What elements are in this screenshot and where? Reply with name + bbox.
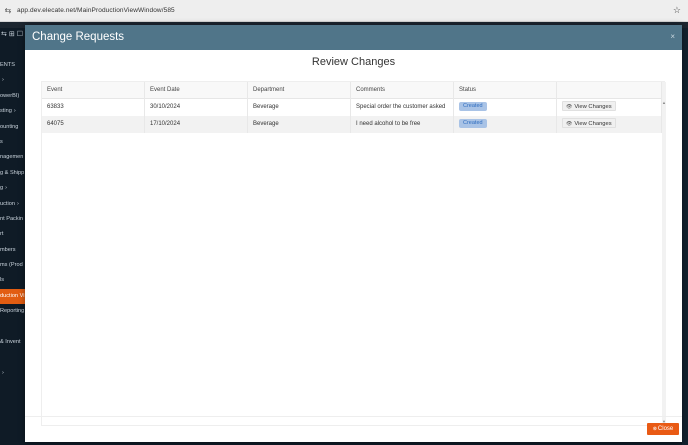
sidebar-item-label: sting — [0, 108, 12, 115]
sidebar-item-label: g & Shipp — [0, 169, 25, 176]
column-header-event-date[interactable]: Event Date — [145, 82, 248, 99]
cell-status: Created — [454, 116, 557, 133]
column-header-event[interactable]: Event — [42, 82, 145, 99]
chevron-right-icon: › — [5, 185, 7, 192]
column-header-comments[interactable]: Comments — [351, 82, 454, 99]
modal-header: Change Requests × — [25, 25, 682, 50]
cell-actions: 👁 View Changes — [557, 116, 662, 133]
sidebar-item-label: Reporting — [0, 308, 25, 315]
sidebar-item[interactable]: g & Shipp — [0, 166, 26, 181]
grid-header: Event Event Date Department Comments Sta… — [42, 82, 662, 99]
change-requests-grid: Event Event Date Department Comments Sta… — [41, 81, 666, 427]
cell-actions: 👁 View Changes — [557, 99, 662, 116]
chevron-right-icon: › — [2, 77, 4, 84]
site-info-icon[interactable]: ⇆ — [3, 6, 13, 16]
view-changes-label: View Changes — [574, 104, 612, 111]
sidebar: ⇆ ⊞ ☐ ENTS › owerBI) sting › ounting s nagemen g… — [0, 28, 26, 445]
sidebar-item[interactable]: ls — [0, 273, 26, 288]
sidebar-item-label: rt — [0, 231, 4, 238]
cell-event: 63833 — [42, 99, 145, 116]
sidebar-item[interactable]: ENTS — [0, 58, 26, 73]
chevron-right-icon: › — [2, 369, 4, 376]
sidebar-item[interactable]: mbers — [0, 243, 26, 258]
sidebar-item[interactable]: rt — [0, 227, 26, 242]
cell-event: 64075 — [42, 116, 145, 133]
sidebar-item[interactable] — [0, 350, 26, 365]
sidebar-item-label: nt Packin — [0, 215, 24, 222]
cell-status: Created — [454, 99, 557, 116]
cell-comments: I need alcohol to be free — [351, 116, 454, 133]
change-requests-modal: Change Requests × Review Changes Event E… — [25, 25, 682, 442]
sidebar-item[interactable]: › — [0, 366, 26, 381]
sidebar-item[interactable]: uction › — [0, 197, 26, 212]
cell-department: Beverage — [248, 116, 351, 133]
sidebar-item[interactable]: › — [0, 73, 26, 88]
sidebar-item-label: owerBI) — [0, 92, 20, 99]
sidebar-item[interactable]: ms (Prod — [0, 258, 26, 273]
page-right-edge — [682, 28, 688, 445]
sidebar-item[interactable]: & Invent — [0, 335, 26, 350]
sidebar-item[interactable] — [0, 320, 26, 335]
close-button-label: Close — [657, 426, 674, 432]
square-icon[interactable]: ☐ — [17, 30, 23, 58]
sidebar-item[interactable]: sting › — [0, 104, 26, 119]
sidebar-menu: ENTS › owerBI) sting › ounting s nagemen g & Shi… — [0, 58, 26, 381]
column-header-actions — [557, 82, 662, 99]
close-circle-icon: ⊗ — [652, 426, 657, 432]
sidebar-item-label: ls — [0, 277, 5, 284]
sidebar-item-label: duction Vi — [0, 292, 25, 299]
sidebar-item-label: uction — [0, 200, 15, 207]
sidebar-item[interactable]: nagemen — [0, 150, 26, 165]
cell-department: Beverage — [248, 99, 351, 116]
column-header-department[interactable]: Department — [248, 82, 351, 99]
modal-footer-divider — [25, 416, 682, 417]
scroll-up-icon[interactable]: ▲ — [662, 100, 666, 105]
sidebar-item-label: & Invent — [0, 339, 21, 346]
view-changes-button[interactable]: 👁 View Changes — [562, 118, 616, 129]
view-changes-label: View Changes — [574, 121, 612, 128]
status-badge: Created — [459, 118, 487, 128]
browser-address-bar: ⇆ app.dev.elecate.net/MainProductionView… — [0, 0, 688, 22]
review-changes-heading: Review Changes — [311, 56, 396, 68]
column-header-status[interactable]: Status — [454, 82, 557, 99]
sidebar-item[interactable]: g › — [0, 181, 26, 196]
sidebar-item[interactable]: Reporting — [0, 304, 26, 319]
sidebar-item[interactable]: s — [0, 135, 26, 150]
sidebar-top-icons: ⇆ ⊞ ☐ — [0, 28, 26, 58]
sidebar-item-label: ms (Prod — [0, 262, 23, 269]
table-row[interactable]: 64075 17/10/2024 Beverage I need alcohol… — [42, 116, 662, 133]
sidebar-item[interactable]: duction Vi — [0, 288, 26, 305]
cell-event-date: 30/10/2024 — [145, 99, 248, 116]
swap-icon[interactable]: ⇆ — [1, 30, 7, 58]
sidebar-item-label: mbers — [0, 246, 16, 253]
cell-comments: Special order the customer asked — [351, 99, 454, 116]
grid-icon[interactable]: ⊞ — [9, 30, 15, 58]
eye-icon: 👁 — [566, 121, 573, 128]
modal-title: Change Requests — [32, 31, 125, 43]
sidebar-item-label: g — [0, 185, 4, 192]
table-row[interactable]: 63833 30/10/2024 Beverage Special order … — [42, 99, 662, 116]
sidebar-item[interactable]: owerBI) — [0, 89, 26, 104]
close-icon[interactable]: × — [670, 32, 675, 41]
status-badge: Created — [459, 101, 487, 111]
chevron-right-icon: › — [13, 108, 16, 115]
grid-scrollbar[interactable]: ▲ ▼ — [662, 82, 666, 427]
cell-event-date: 17/10/2024 — [145, 116, 248, 133]
sidebar-item[interactable]: nt Packin — [0, 212, 26, 227]
chevron-right-icon: › — [16, 200, 19, 207]
sidebar-item-label: ounting — [0, 123, 19, 130]
close-button[interactable]: ⊗Close — [647, 423, 679, 435]
view-changes-button[interactable]: 👁 View Changes — [562, 101, 616, 112]
eye-icon: 👁 — [566, 104, 573, 111]
sidebar-item-label: nagemen — [0, 154, 24, 161]
star-icon[interactable]: ☆ — [673, 5, 681, 16]
url-text[interactable]: app.dev.elecate.net/MainProductionViewWi… — [17, 7, 175, 14]
sidebar-item-label: ENTS — [0, 62, 15, 68]
sidebar-item-label: s — [0, 138, 3, 145]
sidebar-item[interactable]: ounting — [0, 120, 26, 135]
